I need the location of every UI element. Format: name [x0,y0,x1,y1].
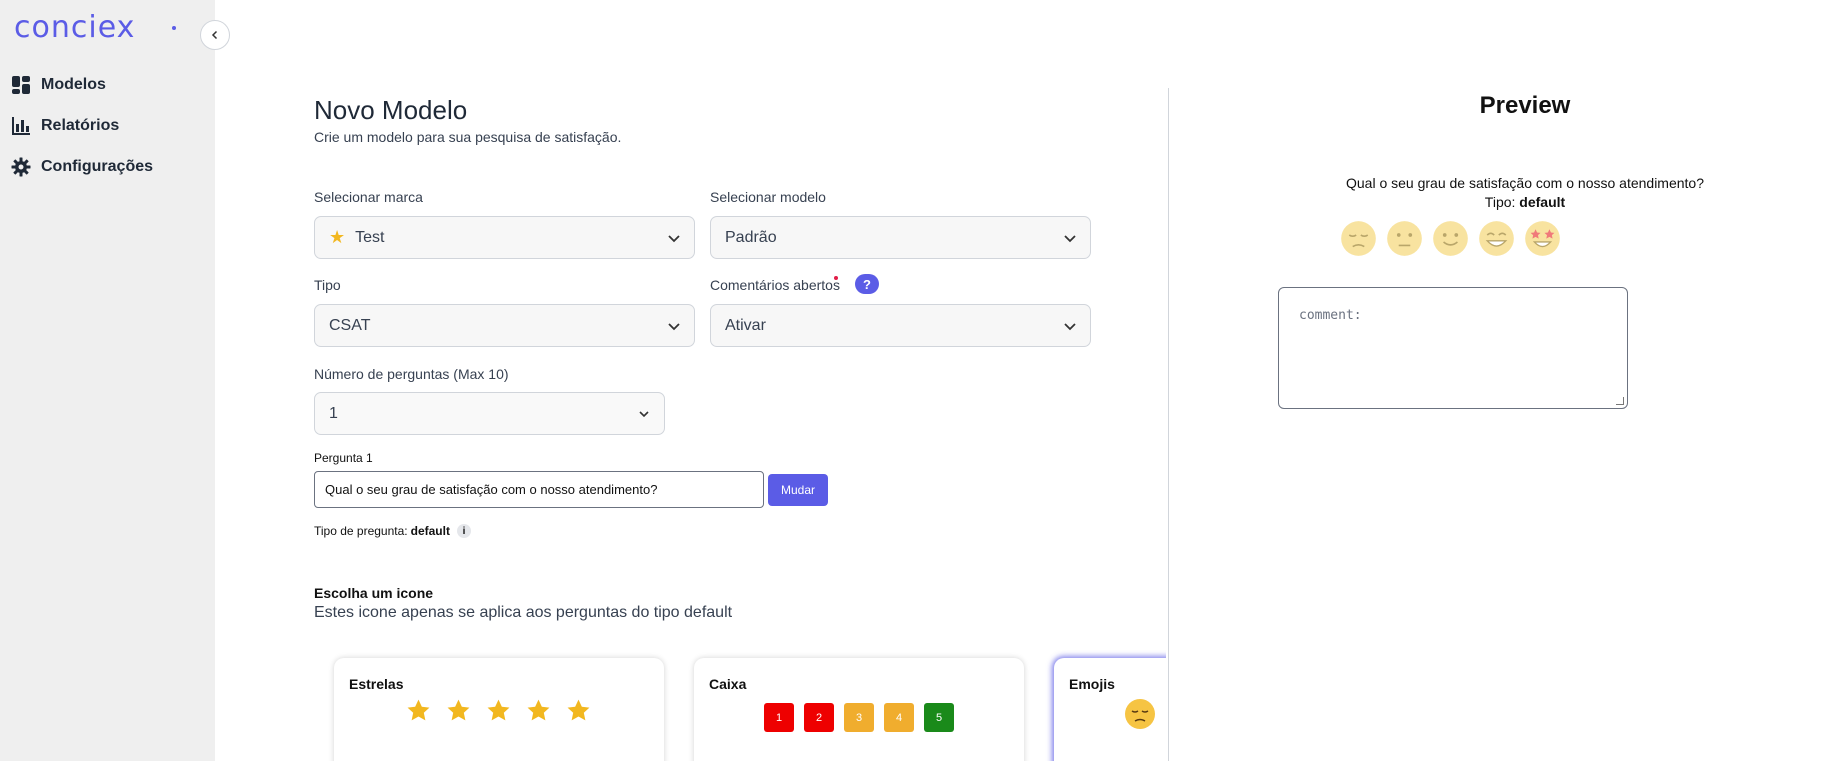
star-struck-face-icon[interactable] [1524,220,1561,257]
box-4: 4 [884,703,914,732]
type-select[interactable]: CSAT [314,304,695,347]
sidebar: conciex Modelos Relatórios Configurações [0,0,215,761]
preview-type: Tipo: default [1275,194,1775,210]
card-title: Caixa [709,676,747,692]
box-2: 2 [804,703,834,732]
num-questions-label: Número de perguntas (Max 10) [314,366,509,382]
sidebar-item-modelos[interactable]: Modelos [11,75,106,95]
type-help-button[interactable]: ? [855,274,879,294]
num-questions-value: 1 [329,404,338,422]
brand-select[interactable]: ★ Test [314,216,695,259]
boxes-preview: 1 2 3 4 5 [764,703,954,732]
model-select[interactable]: Padrão [710,216,1091,259]
icon-card-boxes[interactable]: Caixa 1 2 3 4 5 [694,658,1024,761]
question-input[interactable]: Qual o seu grau de satisfação com o noss… [314,471,764,508]
chevron-left-icon [211,30,218,40]
question-type-line: Tipo de pregunta: default i [314,524,471,538]
resize-handle[interactable] [1616,397,1624,405]
chevron-down-icon [1064,235,1076,243]
type-label: Tipo [314,277,341,293]
comments-select[interactable]: Ativar [710,304,1091,347]
pensive-face-icon[interactable] [1340,220,1377,257]
neutral-face-icon[interactable] [1386,220,1423,257]
question-type-label: Tipo de pregunta: [314,524,408,538]
chevron-down-icon [668,235,680,243]
icon-card-carousel: Estrelas Caixa 1 2 3 4 5 Emojis [314,650,1166,761]
pensive-face-icon [1125,699,1155,729]
sidebar-collapse-button[interactable] [200,20,230,50]
info-icon[interactable]: i [456,524,471,538]
brand-value: Test [355,228,385,246]
comments-value: Ativar [725,316,766,334]
comment-placeholder: comment: [1299,308,1362,323]
grinning-face-icon[interactable] [1478,220,1515,257]
star-icon [407,699,430,721]
card-title: Emojis [1069,676,1115,692]
sidebar-item-label: Configurações [41,158,154,175]
logo: conciex [14,10,136,45]
page-subtitle: Crie um modelo para sua pesquisa de sati… [314,129,622,145]
sidebar-item-relatorios[interactable]: Relatórios [11,116,119,136]
preview-question: Qual o seu grau de satisfação com o noss… [1346,175,1704,191]
card-title: Estrelas [349,676,404,692]
star-icon [527,699,550,721]
stars-preview [406,698,591,723]
box-5: 5 [924,703,954,732]
bar-chart-icon [12,117,30,135]
required-dot [834,276,838,280]
icon-card-emojis[interactable]: Emojis [1054,658,1166,761]
main-content: Novo Modelo Crie um modelo para sua pesq… [215,0,1822,761]
page-title: Novo Modelo [314,95,468,125]
num-questions-select[interactable]: 1 [314,392,665,435]
box-3: 3 [844,703,874,732]
question-type-value: default [410,524,450,538]
sidebar-item-label: Relatórios [41,117,120,134]
dashboard-icon [12,76,30,94]
chevron-down-icon [1064,323,1076,331]
panel-divider [1168,88,1169,761]
chevron-down-icon [639,411,649,418]
type-value: CSAT [329,316,371,334]
emojis-preview [1124,698,1166,730]
change-question-button[interactable]: Mudar [768,474,828,506]
star-icon: ★ [329,227,346,247]
comment-textarea[interactable]: comment: [1278,287,1628,409]
sidebar-item-configuracoes[interactable]: Configurações [11,157,153,177]
model-value: Padrão [725,228,777,246]
gear-icon [11,157,31,177]
preview-title: Preview [1479,92,1571,119]
star-icon [447,699,470,721]
brand-label: Selecionar marca [314,189,423,205]
icon-picker-subtitle: Estes icone apenas se aplica aos pergunt… [314,604,733,621]
sidebar-item-label: Modelos [41,76,106,93]
model-label: Selecionar modelo [710,189,826,205]
question-label: Pergunta 1 [314,451,373,465]
star-icon [567,699,590,721]
slightly-smiling-face-icon[interactable] [1432,220,1469,257]
preview-type-value: default [1519,194,1566,210]
logo-dot [172,26,176,30]
box-1: 1 [764,703,794,732]
star-icon [487,699,510,721]
icon-card-stars[interactable]: Estrelas [334,658,664,761]
preview-emoji-scale [1340,220,1561,257]
comments-label: Comentários abertos [710,277,840,293]
chevron-down-icon [668,323,680,331]
icon-picker-title: Escolha um icone [314,585,434,601]
preview-type-label: Tipo: [1484,194,1516,210]
